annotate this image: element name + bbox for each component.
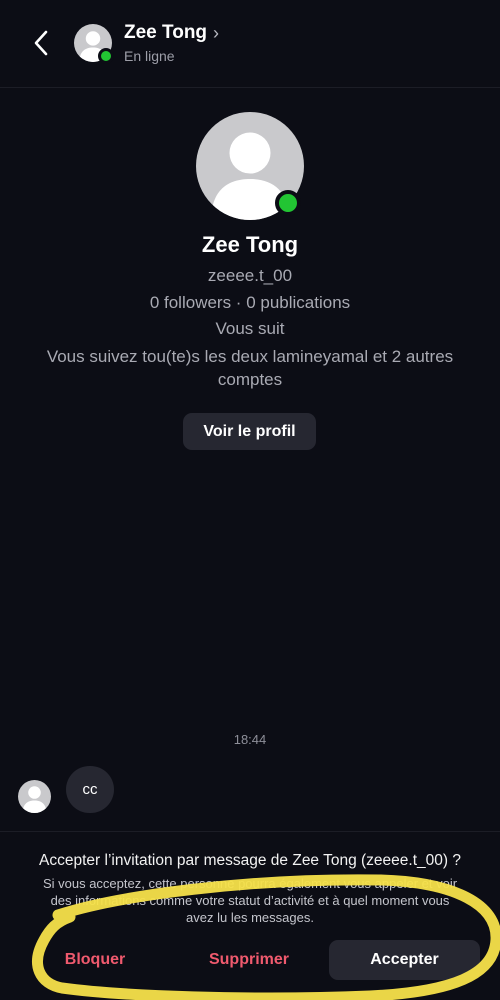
invite-actions: Bloquer Supprimer Accepter: [0, 940, 500, 980]
mutual-followers: Vous suivez tou(te)s les deux lamineyama…: [46, 347, 454, 389]
profile-online-indicator: [275, 190, 301, 216]
chevron-left-icon: [34, 30, 48, 56]
header-status: En ligne: [124, 48, 175, 64]
message-bubble[interactable]: cc: [66, 766, 114, 813]
chat-header: Zee Tong › En ligne: [0, 0, 500, 88]
invite-title: Accepter l’invitation par message de Zee…: [39, 852, 461, 869]
message-timestamp: 18:44: [233, 732, 267, 747]
view-profile-button[interactable]: Voir le profil: [183, 413, 316, 450]
profile-username: zeeee.t_00: [207, 266, 293, 285]
block-button[interactable]: Bloquer: [54, 940, 136, 980]
delete-button[interactable]: Supprimer: [198, 940, 300, 980]
back-button[interactable]: [26, 26, 56, 60]
message-request-panel: Accepter l’invitation par message de Zee…: [0, 831, 500, 1000]
chevron-right-icon: ›: [213, 23, 220, 43]
sender-avatar[interactable]: [18, 780, 51, 813]
online-indicator: [98, 48, 114, 64]
accept-button[interactable]: Accepter: [329, 940, 480, 980]
profile-name: Zee Tong: [201, 232, 299, 257]
follows-you-label: Vous suit: [215, 319, 285, 338]
header-name-link[interactable]: Zee Tong ›: [124, 22, 219, 44]
header-name: Zee Tong: [124, 22, 208, 43]
profile-stats: 0 followers · 0 publications: [149, 293, 351, 312]
default-avatar-icon: [22, 786, 47, 813]
invite-description: Si vous acceptez, cette personne pourra …: [42, 876, 458, 925]
